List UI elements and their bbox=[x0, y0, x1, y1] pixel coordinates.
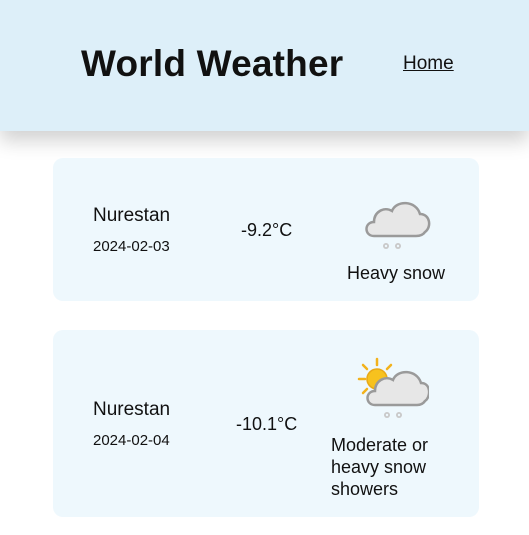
forecast-card: Nurestan 2024-02-03 -9.2°C Heavy snow bbox=[53, 158, 479, 301]
weather-condition: Heavy snow bbox=[347, 263, 446, 283]
forecast-date: 2024-02-04 bbox=[93, 432, 170, 449]
weather-condition: Moderate or heavy snow showers bbox=[331, 435, 429, 499]
site-header: World Weather Home bbox=[0, 0, 529, 131]
temperature: -10.1°C bbox=[236, 414, 298, 434]
nav-home-link[interactable]: Home bbox=[403, 52, 454, 76]
snow-cloud-icon bbox=[365, 201, 431, 249]
site-title: World Weather bbox=[81, 43, 344, 84]
forecast-date: 2024-02-03 bbox=[93, 238, 170, 255]
forecast-card: Nurestan 2024-02-04 -10.1°C Moderate or … bbox=[53, 330, 479, 517]
location-name: Nurestan bbox=[93, 399, 171, 420]
location-name: Nurestan bbox=[93, 205, 171, 226]
sun-snow-cloud-icon bbox=[357, 357, 429, 418]
temperature: -9.2°C bbox=[241, 220, 293, 240]
